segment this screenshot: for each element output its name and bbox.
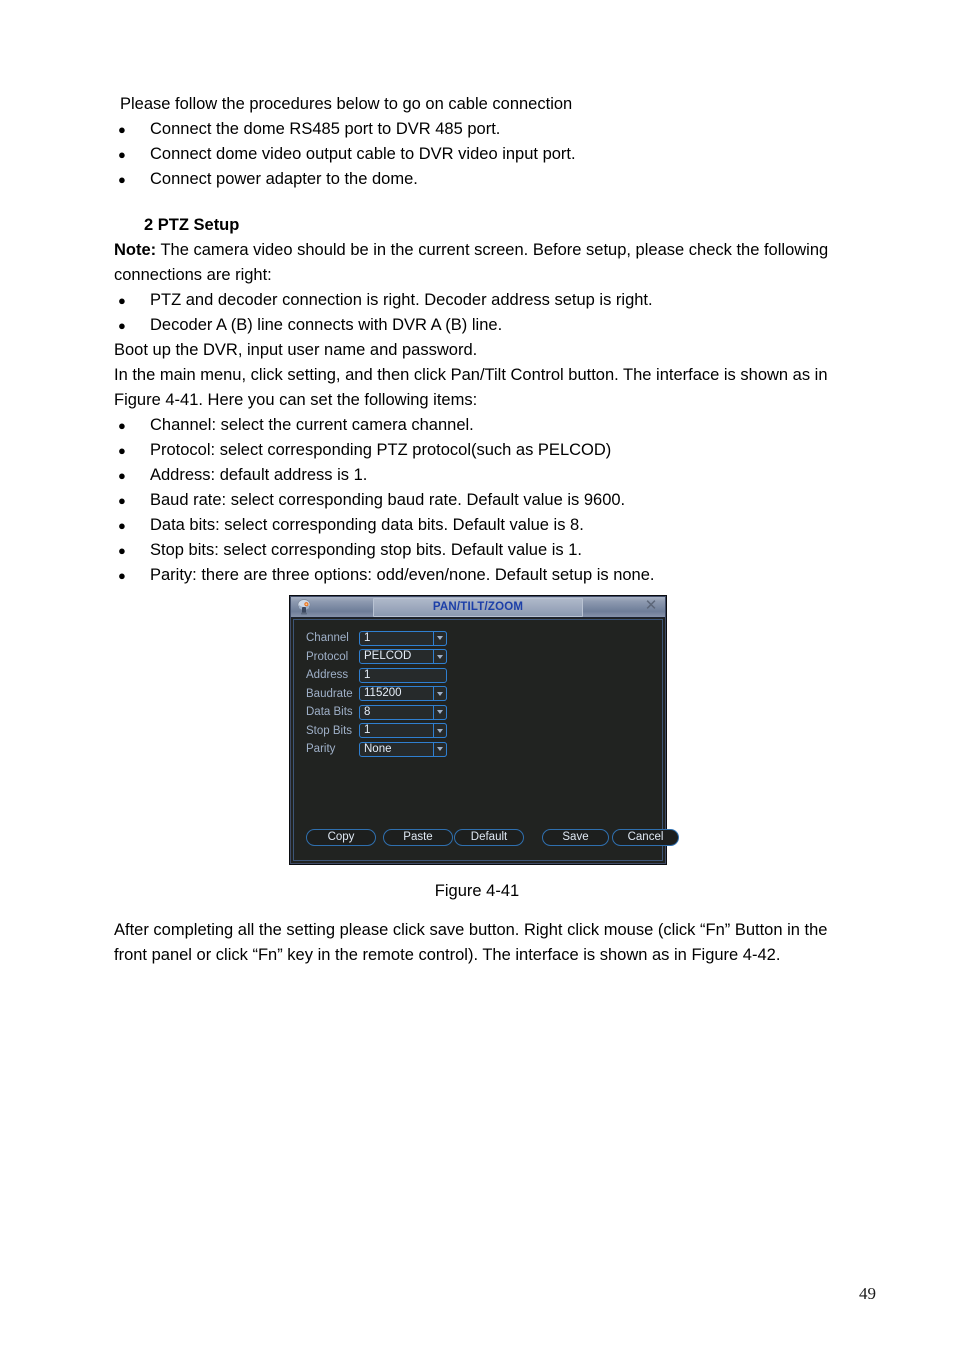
list-item-label: Connect the dome RS485 port to DVR 485 p… (150, 120, 501, 138)
bullet-icon (114, 142, 150, 167)
list-item: Address: default address is 1. (114, 463, 844, 488)
dialog-title-plate: PAN/TILT/ZOOM (373, 598, 583, 617)
dialog-titlebar[interactable]: PAN/TILT/ZOOM ✕ (291, 597, 665, 618)
list-item-label: Protocol: select corresponding PTZ proto… (150, 441, 612, 459)
list-item-label: Baud rate: select corresponding baud rat… (150, 491, 626, 509)
channel-select[interactable]: 1 (359, 630, 447, 646)
bullet-icon (114, 313, 150, 338)
address-value: 1 (364, 668, 371, 681)
field-row-baudrate: Baudrate 115200 (306, 685, 447, 704)
pan-tilt-zoom-dialog[interactable]: PAN/TILT/ZOOM ✕ Channel 1 Protocol PELCO… (290, 596, 679, 864)
list-item-label: Stop bits: select corresponding stop bit… (150, 541, 582, 559)
bullet-icon (114, 288, 150, 313)
ptz-settings-form: Channel 1 Protocol PELCOD Address 1 Baud… (306, 629, 447, 759)
list-item: Channel: select the current camera chann… (114, 413, 844, 438)
chevron-down-icon[interactable] (433, 686, 447, 702)
bullet-icon (114, 563, 150, 588)
list-item: Protocol: select corresponding PTZ proto… (114, 438, 844, 463)
page-number: 49 (859, 1284, 876, 1303)
field-row-protocol: Protocol PELCOD (306, 648, 447, 667)
close-icon[interactable]: ✕ (644, 598, 658, 613)
list-item-label: Address: default address is 1. (150, 466, 368, 484)
save-button[interactable]: Save (542, 829, 609, 846)
chevron-down-icon[interactable] (433, 741, 447, 757)
list-item: Decoder A (B) line connects with DVR A (… (114, 313, 844, 338)
menu-paragraph: In the main menu, click setting, and the… (114, 366, 828, 409)
dialog-title: PAN/TILT/ZOOM (432, 600, 524, 613)
field-row-channel: Channel 1 (306, 629, 447, 648)
ptz-dome-camera-icon (294, 598, 314, 616)
list-item-label: Connect dome video output cable to DVR v… (150, 145, 576, 163)
cancel-button[interactable]: Cancel (612, 829, 679, 846)
list-item-label: Connect power adapter to the dome. (150, 170, 418, 188)
chevron-down-icon[interactable] (433, 630, 447, 646)
list-item: Parity: there are three options: odd/eve… (114, 563, 844, 588)
section-heading: 2 PTZ Setup (144, 216, 240, 234)
bullet-icon (114, 117, 150, 142)
address-label: Address (306, 669, 349, 682)
bullet-icon (114, 513, 150, 538)
bullet-icon (114, 413, 150, 438)
dialog-body: Channel 1 Protocol PELCOD Address 1 Baud… (293, 619, 679, 861)
protocol-label: Protocol (306, 650, 349, 663)
protocol-value: PELCOD (364, 650, 412, 663)
copy-button[interactable]: Copy (306, 829, 376, 846)
parity-label: Parity (306, 743, 336, 756)
note-paragraph: Note: The camera video should be in the … (114, 238, 844, 288)
note-label: Note: (114, 241, 157, 259)
field-row-address: Address 1 (306, 666, 447, 685)
baudrate-value: 115200 (364, 687, 402, 700)
data-bits-value: 8 (364, 705, 371, 718)
baudrate-select[interactable]: 115200 (359, 686, 447, 702)
list-item-label: PTZ and decoder connection is right. Dec… (150, 291, 653, 309)
list-item: Baud rate: select corresponding baud rat… (114, 488, 844, 513)
dialog-button-row: Copy Paste Default Save Cancel (294, 829, 679, 846)
channel-label: Channel (306, 632, 349, 645)
data-bits-select[interactable]: 8 (359, 704, 447, 720)
field-row-data-bits: Data Bits 8 (306, 703, 447, 722)
bullet-icon (114, 438, 150, 463)
chevron-down-icon[interactable] (433, 704, 447, 720)
list-item: Data bits: select corresponding data bit… (114, 513, 844, 538)
list-item-label: Decoder A (B) line connects with DVR A (… (150, 316, 503, 334)
note-text: The camera video should be in the curren… (114, 241, 829, 284)
figure-caption: Figure 4-41 (434, 882, 520, 900)
default-button[interactable]: Default (454, 829, 524, 846)
list-item: Connect dome video output cable to DVR v… (114, 142, 844, 167)
chevron-down-icon[interactable] (433, 723, 447, 739)
lead-paragraph: Please follow the procedures below to go… (120, 95, 573, 113)
data-bits-label: Data Bits (306, 706, 353, 719)
stop-bits-label: Stop Bits (306, 724, 353, 737)
bullet-icon (114, 488, 150, 513)
bullet-icon (114, 538, 150, 563)
list-item: Stop bits: select corresponding stop bit… (114, 538, 844, 563)
list-item-label: Data bits: select corresponding data bit… (150, 516, 584, 534)
parity-value: None (364, 742, 392, 755)
address-input[interactable]: 1 (359, 667, 447, 683)
channel-value: 1 (364, 631, 371, 644)
list-item-label: Parity: there are three options: odd/eve… (150, 566, 655, 584)
baudrate-label: Baudrate (306, 687, 353, 700)
stop-bits-select[interactable]: 1 (359, 723, 447, 739)
bullet-icon (114, 167, 150, 192)
after-paragraph: After completing all the setting please … (114, 921, 828, 964)
list-item: PTZ and decoder connection is right. Dec… (114, 288, 844, 313)
field-row-stop-bits: Stop Bits 1 (306, 722, 447, 741)
stop-bits-value: 1 (364, 724, 371, 737)
parity-select[interactable]: None (359, 741, 447, 757)
document-page: Please follow the procedures below to go… (0, 0, 954, 1350)
bullet-icon (114, 463, 150, 488)
boot-paragraph: Boot up the DVR, input user name and pas… (114, 341, 478, 359)
field-row-parity: Parity None (306, 740, 447, 759)
document-body: Please follow the procedures below to go… (114, 92, 844, 588)
list-item-label: Channel: select the current camera chann… (150, 416, 474, 434)
list-item: Connect the dome RS485 port to DVR 485 p… (114, 117, 844, 142)
list-item: Connect power adapter to the dome. (114, 167, 844, 192)
chevron-down-icon[interactable] (433, 649, 447, 665)
paste-button[interactable]: Paste (383, 829, 453, 846)
protocol-select[interactable]: PELCOD (359, 649, 447, 665)
after-figure-text: After completing all the setting please … (114, 918, 844, 968)
